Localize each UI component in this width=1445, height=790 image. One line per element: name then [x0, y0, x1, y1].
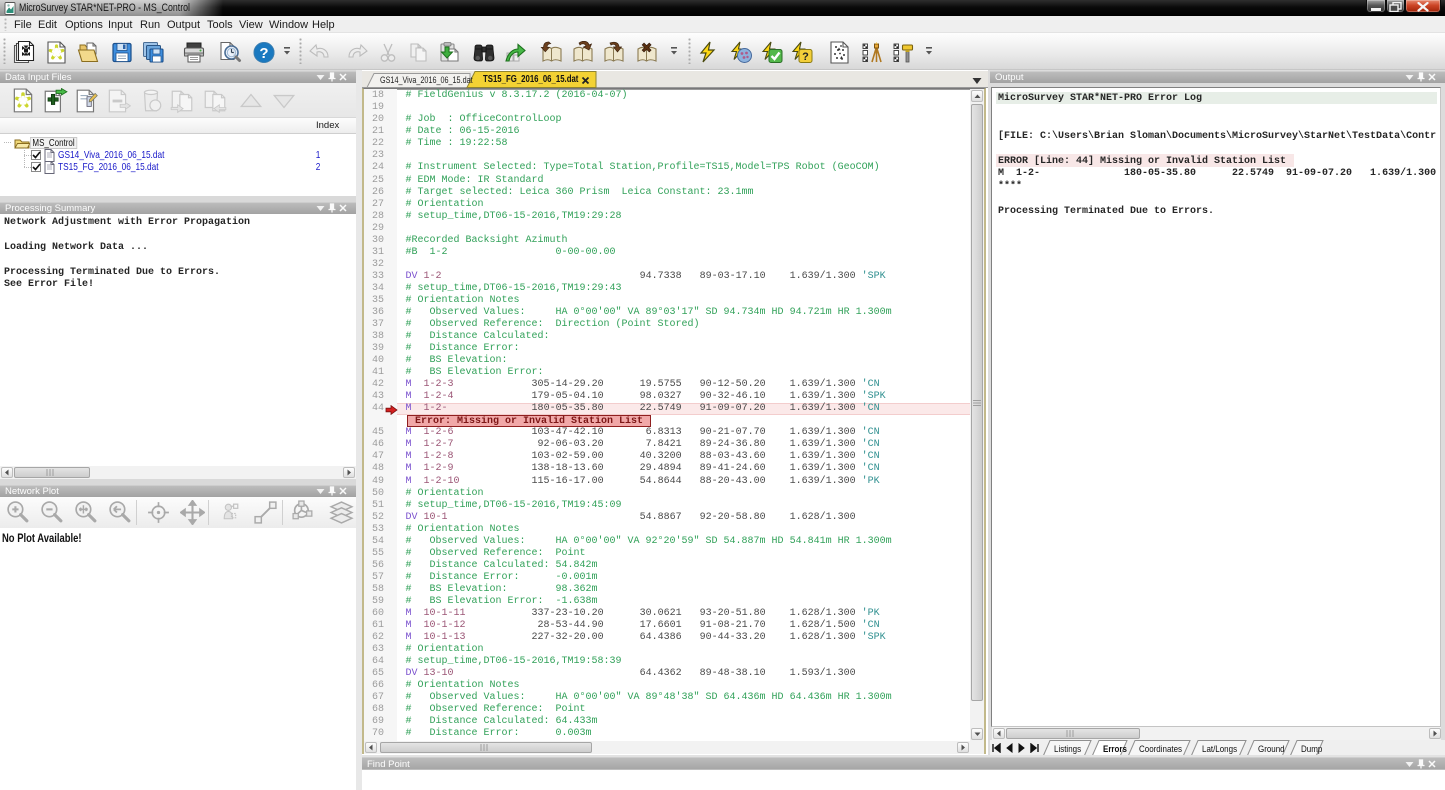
svg-text:?: ?	[259, 45, 268, 62]
svg-text:?: ?	[802, 51, 809, 63]
